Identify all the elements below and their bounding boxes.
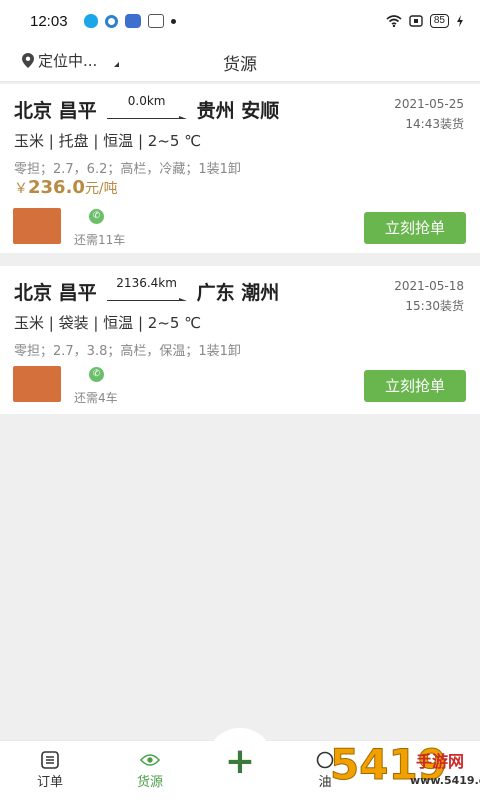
price-symbol: ￥ [14,181,28,197]
notification-icons [83,14,176,28]
charging-icon [457,15,463,27]
remaining-trucks: 还需11车 [74,233,126,247]
destination: 贵州 安顺 [196,100,280,122]
battery-icon: 85 [429,14,449,28]
sim-icon [409,15,423,27]
avatar [13,366,61,402]
route: 北京 昌平 0.0km 贵州 安顺 [14,94,280,123]
distance: 2136.4km [116,275,177,290]
watermark-logo: 5419 手游网 www.5419.com [330,740,480,800]
route-line: 0.0km [106,94,187,122]
cargo-card[interactable]: 北京 昌平 2136.4km 广东 潮州 2021-05-18 15:30装货 … [0,266,480,414]
distance: 0.0km [127,93,166,108]
header: 定位中... 货源 [0,42,480,82]
load-time: 14:43装货 [405,117,464,131]
status-bar: 12:03 85 [0,0,480,42]
plus-icon: + [224,741,256,782]
watermark-url: www.5419.com [410,774,480,787]
nav-cargo[interactable]: 货源 [120,751,180,790]
watermark-text: 手游网 [416,752,465,771]
eye-icon [140,751,160,769]
nav-label: 订单 [36,775,63,790]
system-icons: 85 [386,14,464,28]
more-notifications-icon [170,18,176,24]
list-icon [40,751,60,769]
date: 2021-05-18 [394,279,464,293]
phone-icon[interactable]: ✆ [89,367,104,382]
destination: 广东 潮州 [196,282,280,304]
detail-info: 零担；2.7，6.2；高栏，冷藏；1装1卸 [14,162,241,177]
qq-icon [83,14,98,28]
origin: 北京 昌平 [14,282,97,304]
grab-order-button[interactable]: 立刻抢单 [364,212,466,244]
price-unit: 元/吨 [84,181,118,197]
phone-icon[interactable]: ✆ [89,209,104,224]
route: 北京 昌平 2136.4km 广东 潮州 [14,276,280,305]
wifi-icon [386,15,402,27]
goods-info: 玉米 | 托盘 | 恒温 | 2~5 ℃ [14,132,202,150]
page-title: 货源 [223,55,257,75]
detail-info: 零担；2.7，3.8；高栏，保温；1装1卸 [14,344,241,359]
grab-order-button[interactable]: 立刻抢单 [364,370,466,402]
goods-info: 玉米 | 袋装 | 恒温 | 2~5 ℃ [14,314,202,332]
price: ￥236.0元/吨 [14,177,118,198]
route-line: 2136.4km [106,276,187,304]
remaining-trucks: 还需4车 [74,391,118,405]
app-notification-icon [104,14,118,28]
date: 2021-05-25 [394,97,464,111]
origin: 北京 昌平 [14,100,97,122]
message-icon [124,14,141,28]
load-time: 15:30装货 [405,299,464,313]
avatar [13,208,61,244]
app-icon [147,14,164,28]
date-box: 2021-05-25 14:43装货 [394,94,464,134]
nav-orders[interactable]: 订单 [20,751,80,790]
status-time: 12:03 [30,12,68,30]
add-button[interactable]: + [206,728,274,796]
arrow-right-icon [178,115,187,119]
price-value: 236.0 [28,177,85,198]
arrow-right-icon [178,297,187,301]
nav-label: 货源 [136,775,163,790]
cargo-card[interactable]: 北京 昌平 0.0km 贵州 安顺 2021-05-25 14:43装货 玉米 … [0,84,480,253]
date-box: 2021-05-18 15:30装货 [394,276,464,316]
